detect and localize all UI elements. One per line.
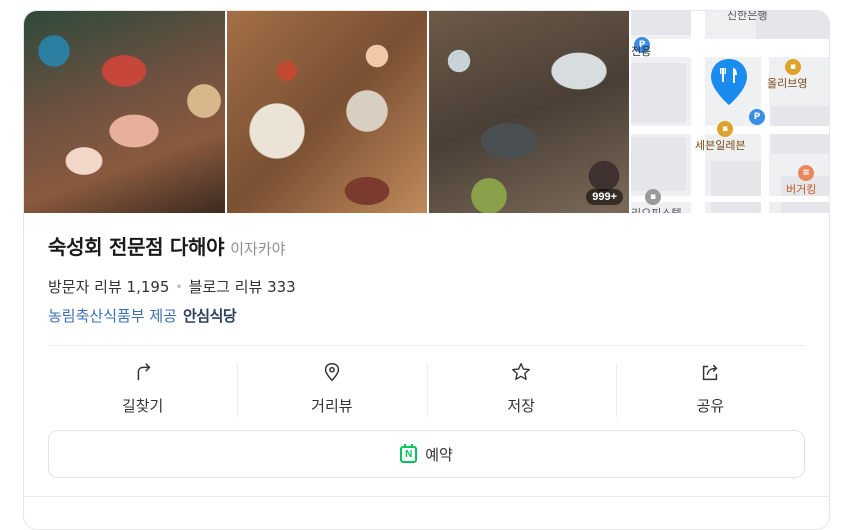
street-view-label: 거리뷰: [311, 397, 353, 415]
blog-review-link[interactable]: 블로그 리뷰 333: [189, 276, 296, 297]
burger-icon: ≡: [798, 165, 814, 181]
naver-booking-icon: N: [400, 443, 418, 463]
street-view-button[interactable]: 거리뷰: [237, 357, 426, 419]
convenience-store-icon: ▪: [717, 121, 733, 137]
reserve-button[interactable]: N 예약: [48, 430, 805, 478]
location-marker-icon: [324, 363, 340, 382]
location-pin-icon: [711, 59, 747, 105]
share-label: 공유: [696, 397, 725, 415]
provider-link[interactable]: 농림축산식품부 제공: [48, 305, 177, 326]
place-name[interactable]: 숙성회 전문점 다해야: [48, 231, 225, 260]
photo-table-spread[interactable]: [227, 11, 427, 213]
title-row: 숙성회 전문점 다해야 이자카야: [48, 231, 805, 260]
save-label: 저장: [507, 397, 535, 415]
share-icon: [703, 364, 718, 381]
map-view: 신한은행 P 전용 ▪ 올리브영 P ▪ 세븐일레븐 ≡ 버거킹 ▪ 리오: [631, 11, 829, 213]
separator-dot: •: [175, 279, 183, 294]
photo-sashimi-platter[interactable]: [24, 11, 225, 213]
map-label-burger: 버거킹: [786, 184, 817, 196]
visitor-review-link[interactable]: 방문자 리뷰 1,195: [48, 276, 169, 297]
map-label-bank: 신한은행: [727, 11, 768, 22]
map-label-officetel: 리오피스텔: [631, 205, 682, 213]
map-label-bus: 전용: [631, 46, 652, 58]
place-category: 이자카야: [230, 240, 286, 258]
photo-dishes-overhead[interactable]: 999+: [429, 11, 629, 213]
building-icon: ▪: [645, 189, 661, 205]
directions-button[interactable]: 길찾기: [48, 357, 237, 419]
review-counts: 방문자 리뷰 1,195 • 블로그 리뷰 333: [48, 276, 805, 297]
parking-icon: P: [749, 109, 765, 125]
map-thumbnail[interactable]: 신한은행 P 전용 ▪ 올리브영 P ▪ 세븐일레븐 ≡ 버거킹 ▪ 리오: [631, 11, 829, 213]
divider: [48, 345, 805, 346]
provider-row: 농림축산식품부 제공 안심식당: [48, 305, 805, 326]
store-icon: ▪: [785, 59, 801, 75]
photo-strip: 999+ 신한은행 P 전용 ▪ 올리브영 P ▪ 세븐일레븐 ≡ 버거킹 ▪: [24, 11, 829, 213]
star-icon: [512, 363, 531, 381]
safe-restaurant-badge: 안심식당: [182, 307, 237, 325]
photo-count-badge: 999+: [586, 189, 623, 205]
section-divider: [24, 496, 829, 497]
directions-icon: [137, 363, 151, 381]
map-label-seven: 세븐일레븐: [695, 140, 746, 152]
directions-label: 길찾기: [121, 397, 164, 415]
place-card: 999+ 신한은행 P 전용 ▪ 올리브영 P ▪ 세븐일레븐 ≡ 버거킹 ▪ …: [23, 10, 830, 530]
place-info: 숙성회 전문점 다해야 이자카야 방문자 리뷰 1,195 • 블로그 리뷰 3…: [48, 231, 805, 326]
action-bar: 길찾기 거리뷰 저장 공유: [48, 357, 805, 419]
save-button[interactable]: 저장: [426, 357, 616, 419]
reserve-label: 예약: [425, 445, 453, 464]
share-button[interactable]: 공유: [615, 357, 805, 419]
map-label-olive: 올리브영: [767, 78, 808, 90]
